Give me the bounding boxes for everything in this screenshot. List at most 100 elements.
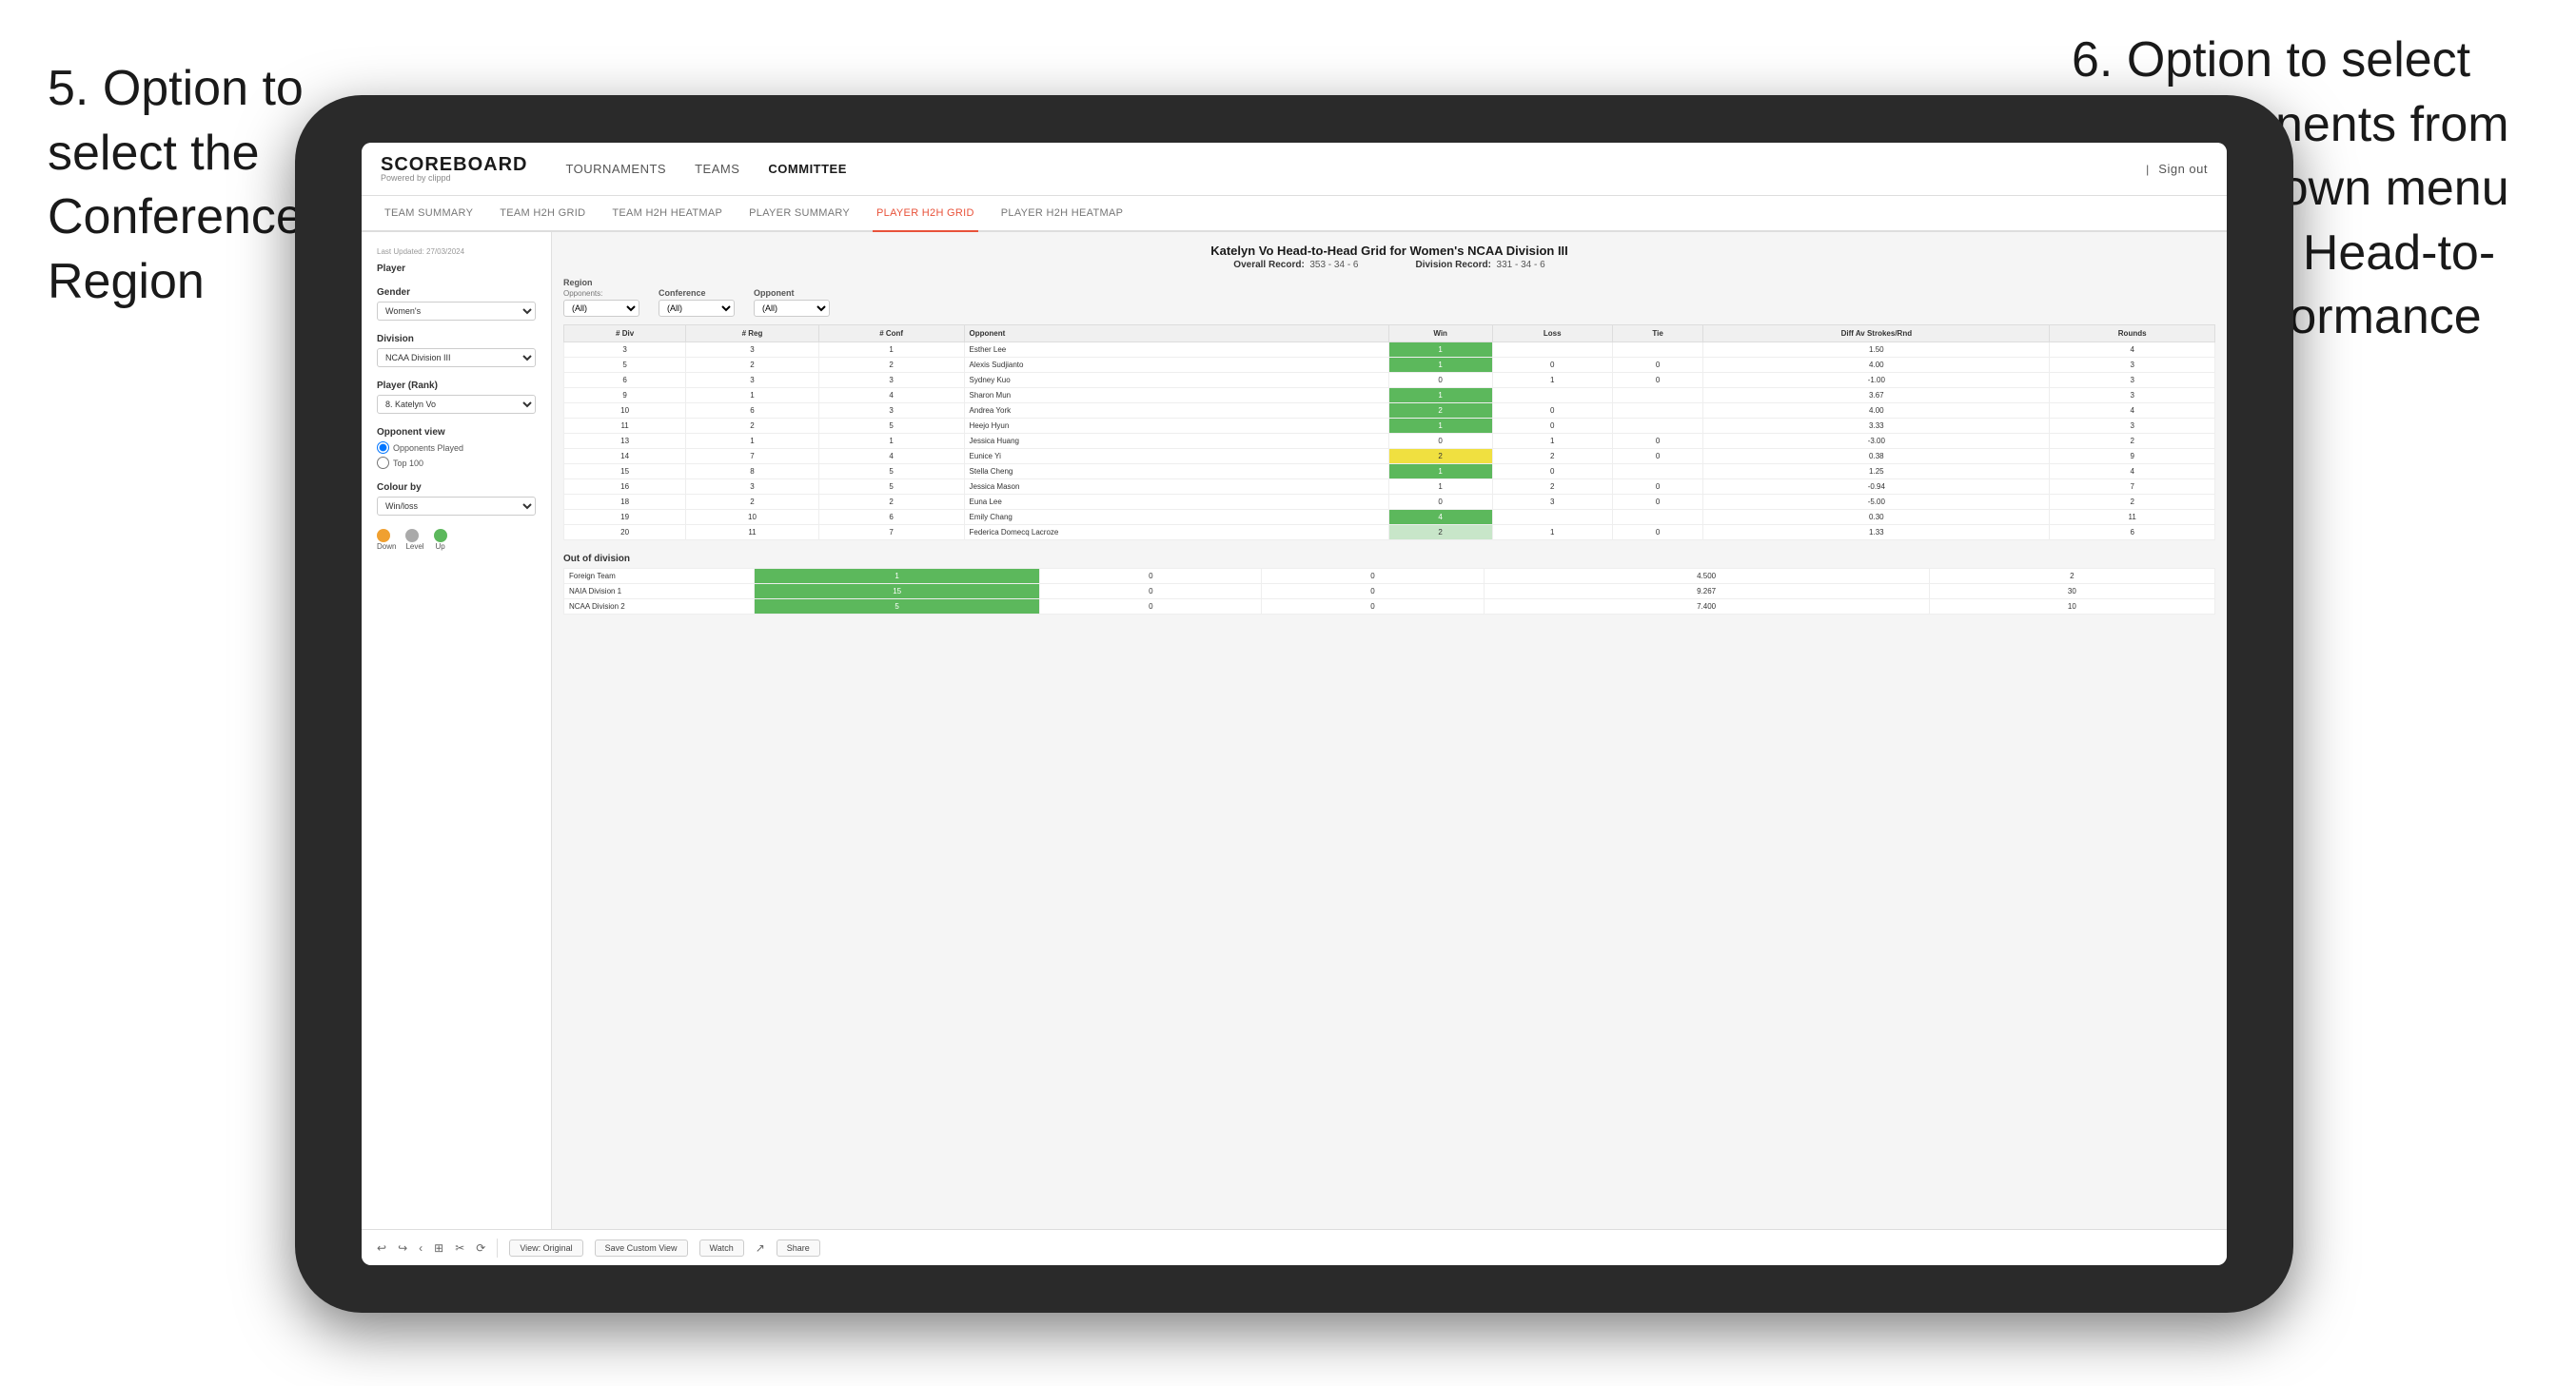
subnav-player-h2h-heatmap[interactable]: PLAYER H2H HEATMAP xyxy=(997,196,1127,232)
cell-tie xyxy=(1612,342,1702,358)
cell-diff: 3.67 xyxy=(1703,388,2050,403)
cell-rounds: 7 xyxy=(2050,479,2215,495)
division-label: Division xyxy=(377,334,536,344)
scoreboard-logo: SCOREBOARD Powered by clippd xyxy=(381,155,527,183)
save-custom-btn[interactable]: Save Custom View xyxy=(595,1240,688,1257)
sidebar-gender-section: Gender Women's xyxy=(377,287,536,321)
table-row: 16 3 5 Jessica Mason 1 2 0 -0.94 7 xyxy=(564,479,2215,495)
ood-cell-win: 5 xyxy=(755,599,1040,615)
dot-level-circle xyxy=(405,529,419,542)
ood-cell-win: 1 xyxy=(755,569,1040,584)
cell-reg: 1 xyxy=(686,434,819,449)
subnav-player-summary[interactable]: PLAYER SUMMARY xyxy=(745,196,854,232)
player-rank-select[interactable]: 8. Katelyn Vo xyxy=(377,395,536,414)
toolbar: ↩ ↪ ‹ ⊞ ✂ ⟳ View: Original Save Custom V… xyxy=(362,1229,2227,1265)
nav-tournaments[interactable]: TOURNAMENTS xyxy=(565,158,666,180)
cell-opponent: Sydney Kuo xyxy=(964,373,1388,388)
cell-conf: 6 xyxy=(818,510,964,525)
table-row: 15 8 5 Stella Cheng 1 0 1.25 4 xyxy=(564,464,2215,479)
sidebar: Last Updated: 27/03/2024 Player Gender W… xyxy=(362,232,552,1229)
dot-down-circle xyxy=(377,529,390,542)
player-label: Player xyxy=(377,264,536,274)
back-icon[interactable]: ‹ xyxy=(419,1241,423,1255)
nav-teams[interactable]: TEAMS xyxy=(695,158,739,180)
cell-diff: 0.30 xyxy=(1703,510,2050,525)
opponent-select[interactable]: (All) xyxy=(754,300,830,317)
cell-rounds: 3 xyxy=(2050,388,2215,403)
cell-loss: 2 xyxy=(1492,479,1612,495)
cell-div: 19 xyxy=(564,510,686,525)
radio-top100[interactable]: Top 100 xyxy=(377,457,536,469)
subnav-team-summary[interactable]: TEAM SUMMARY xyxy=(381,196,477,232)
grid-icon[interactable]: ⊞ xyxy=(434,1241,443,1255)
cell-div: 15 xyxy=(564,464,686,479)
region-label: Region xyxy=(563,278,639,287)
cell-reg: 3 xyxy=(686,373,819,388)
th-tie: Tie xyxy=(1612,325,1702,342)
subnav-player-h2h-grid[interactable]: PLAYER H2H GRID xyxy=(873,196,978,232)
cell-reg: 6 xyxy=(686,403,819,419)
ood-table-row: NAIA Division 1 15 0 0 9.267 30 xyxy=(564,584,2215,599)
sidebar-division-section: Division NCAA Division III xyxy=(377,334,536,367)
table-row: 6 3 3 Sydney Kuo 0 1 0 -1.00 3 xyxy=(564,373,2215,388)
toolbar-sep1 xyxy=(497,1239,498,1258)
cell-div: 20 xyxy=(564,525,686,540)
th-opponent: Opponent xyxy=(964,325,1388,342)
cell-reg: 2 xyxy=(686,495,819,510)
gender-label: Gender xyxy=(377,287,536,298)
sign-out-btn[interactable]: Sign out xyxy=(2158,158,2208,180)
table-row: 11 2 5 Heejo Hyun 1 0 3.33 3 xyxy=(564,419,2215,434)
cell-diff: -1.00 xyxy=(1703,373,2050,388)
dot-up-circle xyxy=(434,529,447,542)
share-btn[interactable]: Share xyxy=(777,1240,820,1257)
cell-rounds: 2 xyxy=(2050,495,2215,510)
nav-committee[interactable]: COMMITTEE xyxy=(768,158,847,180)
ood-table-body: Foreign Team 1 0 0 4.500 2 NAIA Division… xyxy=(564,569,2215,615)
view-original-btn[interactable]: View: Original xyxy=(509,1240,582,1257)
cell-opponent: Heejo Hyun xyxy=(964,419,1388,434)
cell-conf: 5 xyxy=(818,479,964,495)
cell-diff: 1.25 xyxy=(1703,464,2050,479)
cell-rounds: 6 xyxy=(2050,525,2215,540)
region-select[interactable]: (All) xyxy=(563,300,639,317)
ood-cell-diff: 7.400 xyxy=(1484,599,1929,615)
cell-rounds: 3 xyxy=(2050,358,2215,373)
out-of-division-section: Out of division Foreign Team 1 0 0 4.500… xyxy=(563,554,2215,615)
subnav-team-h2h-heatmap[interactable]: TEAM H2H HEATMAP xyxy=(608,196,726,232)
cell-reg: 3 xyxy=(686,479,819,495)
cell-div: 14 xyxy=(564,449,686,464)
refresh-icon[interactable]: ⟳ xyxy=(476,1241,485,1255)
cell-loss: 1 xyxy=(1492,373,1612,388)
cell-conf: 5 xyxy=(818,419,964,434)
cell-loss xyxy=(1492,388,1612,403)
th-reg: # Reg xyxy=(686,325,819,342)
gender-select[interactable]: Women's xyxy=(377,302,536,321)
conference-select[interactable]: (All) xyxy=(659,300,735,317)
redo-icon[interactable]: ↪ xyxy=(398,1241,407,1255)
cell-opponent: Federica Domecq Lacroze xyxy=(964,525,1388,540)
colour-by-label: Colour by xyxy=(377,482,536,493)
colour-by-select[interactable]: Win/loss xyxy=(377,497,536,516)
cell-tie xyxy=(1612,419,1702,434)
cell-opponent: Esther Lee xyxy=(964,342,1388,358)
ood-cell-loss: 0 xyxy=(1040,599,1262,615)
ood-cell-loss: 0 xyxy=(1040,569,1262,584)
table-row: 20 11 7 Federica Domecq Lacroze 2 1 0 1.… xyxy=(564,525,2215,540)
scissors-icon[interactable]: ✂ xyxy=(455,1241,464,1255)
undo-icon[interactable]: ↩ xyxy=(377,1241,386,1255)
share-icon[interactable]: ↗ xyxy=(756,1241,765,1255)
cell-tie: 0 xyxy=(1612,373,1702,388)
logo-subtext: Powered by clippd xyxy=(381,174,527,183)
subnav-team-h2h-grid[interactable]: TEAM H2H GRID xyxy=(496,196,589,232)
ood-table-row: NCAA Division 2 5 0 0 7.400 10 xyxy=(564,599,2215,615)
cell-div: 11 xyxy=(564,419,686,434)
opponent-filter-label: Opponent xyxy=(754,288,830,298)
sidebar-colour-by-section: Colour by Win/loss xyxy=(377,482,536,516)
watch-btn[interactable]: Watch xyxy=(699,1240,744,1257)
opponent-view-label: Opponent view xyxy=(377,427,536,438)
radio-opponents-played[interactable]: Opponents Played xyxy=(377,441,536,454)
cell-tie xyxy=(1612,403,1702,419)
ood-cell-diff: 9.267 xyxy=(1484,584,1929,599)
division-select[interactable]: NCAA Division III xyxy=(377,348,536,367)
main-table: # Div # Reg # Conf Opponent Win Loss Tie… xyxy=(563,324,2215,540)
